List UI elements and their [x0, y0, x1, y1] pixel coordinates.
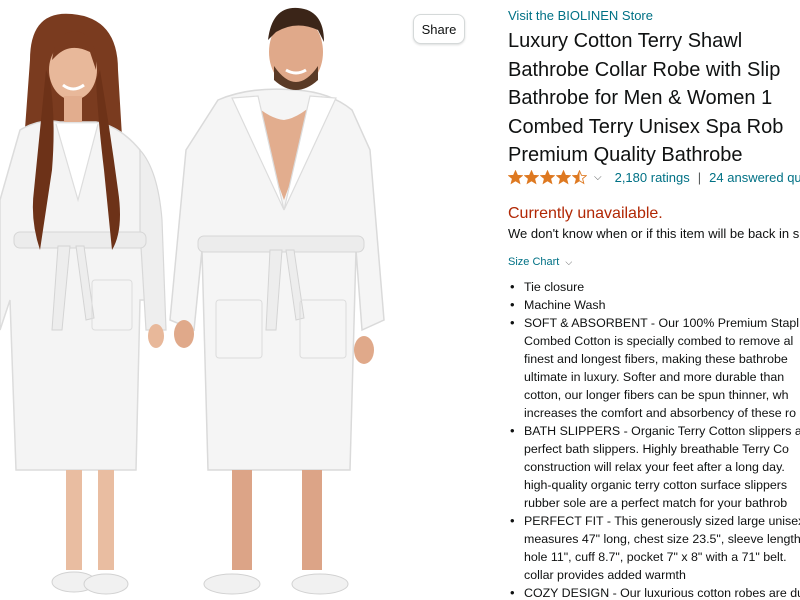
ratings-count-link[interactable]: 2,180 ratings: [615, 170, 690, 185]
star-icon: [508, 169, 523, 184]
rating-row: ⌵ 2,180 ratings | 24 answered que: [508, 168, 800, 186]
star-icon: [556, 169, 571, 184]
chevron-down-icon: ⌵: [565, 256, 573, 267]
list-item: COZY DESIGN - Our luxurious cotton robes…: [508, 584, 800, 600]
product-details: Visit the BIOLINEN Store Luxury Cotton T…: [508, 0, 800, 600]
star-icon: [572, 169, 587, 184]
product-image-panel[interactable]: Share: [0, 0, 490, 600]
star-icon: [540, 169, 555, 184]
bullet-line: SOFT & ABSORBENT - Our 100% Premium Stap…: [524, 316, 799, 330]
list-item: PERFECT FIT - This generously sized larg…: [508, 512, 800, 584]
title-line: Bathrobe Collar Robe with Slip: [508, 58, 781, 81]
list-item: Machine Wash: [508, 296, 800, 314]
bullet-line: construction will relax your feet after …: [524, 460, 785, 474]
bullet-line: Combed Cotton is specially combed to rem…: [524, 334, 794, 348]
bullet-line: PERFECT FIT - This generously sized larg…: [524, 514, 800, 528]
bullet-line: ultimate in luxury. Softer and more dura…: [524, 370, 785, 384]
share-button[interactable]: Share: [413, 14, 465, 44]
bullet-line: measures 47" long, chest size 23.5", sle…: [524, 532, 800, 546]
list-item: BATH SLIPPERS - Organic Terry Cotton sli…: [508, 422, 800, 512]
store-link[interactable]: Visit the BIOLINEN Store: [508, 8, 653, 23]
title-line: Premium Quality Bathrobe: [508, 144, 743, 166]
bullet-line: Machine Wash: [524, 298, 606, 312]
feature-bullets: Tie closure Machine Wash SOFT & ABSORBEN…: [508, 278, 800, 600]
bullet-line: cotton, our longer fibers can be spun th…: [524, 388, 789, 402]
bullet-line: Tie closure: [524, 280, 585, 294]
chevron-down-icon[interactable]: ⌵: [594, 172, 602, 183]
bullet-line: finest and longest fibers, making these …: [524, 352, 788, 366]
bullet-line: COZY DESIGN - Our luxurious cotton robes…: [524, 586, 800, 600]
title-line: Bathrobe for Men & Women 1: [508, 87, 773, 109]
size-chart-label: Size Chart: [508, 256, 560, 268]
bullet-line: increases the comfort and absorbency of …: [524, 406, 797, 420]
title-line: Combed Terry Unisex Spa Rob: [508, 115, 784, 138]
availability-status: Currently unavailable.: [508, 205, 663, 222]
bullet-line: high-quality organic terry cotton surfac…: [524, 478, 788, 492]
bullet-line: collar provides added warmth: [524, 568, 686, 582]
availability-note: We don't know when or if this item will …: [508, 226, 800, 241]
answered-questions-link[interactable]: 24 answered que: [709, 170, 800, 185]
bullet-line: rubber sole are a perfect match for your…: [524, 496, 788, 510]
size-chart-link[interactable]: Size Chart ⌵: [508, 256, 572, 268]
title-line: Luxury Cotton Terry Shawl: [508, 30, 743, 52]
list-item: Tie closure: [508, 278, 800, 296]
list-item: SOFT & ABSORBENT - Our 100% Premium Stap…: [508, 314, 800, 422]
star-icon: [524, 169, 539, 184]
product-photo[interactable]: [0, 0, 490, 600]
product-title: Luxury Cotton Terry Shawl Bathrobe Colla…: [508, 27, 800, 170]
separator: |: [697, 169, 702, 185]
bullet-line: BATH SLIPPERS - Organic Terry Cotton sli…: [524, 424, 800, 438]
bullet-line: perfect bath slippers. Highly breathable…: [524, 442, 789, 456]
bullet-line: hole 11", cuff 8.7", pocket 7" x 8" with…: [524, 550, 787, 564]
star-rating[interactable]: [508, 169, 588, 185]
